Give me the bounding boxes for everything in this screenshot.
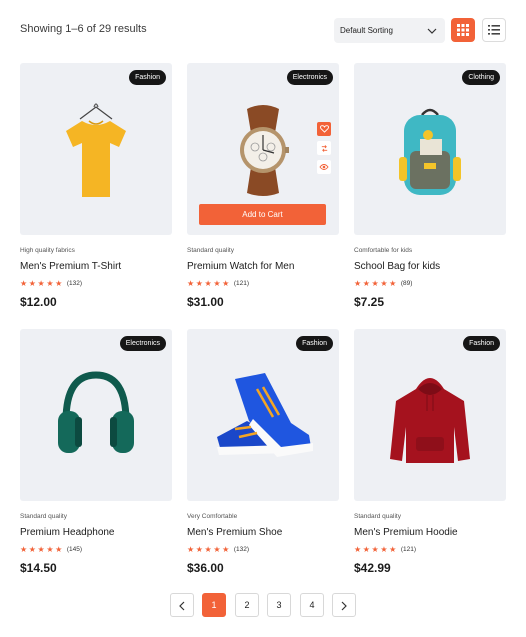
product-actions [317, 122, 331, 174]
star-rating-icon: ★★★★★ [20, 279, 64, 288]
category-badge: Clothing [462, 70, 500, 85]
heart-icon [319, 125, 329, 133]
star-rating-icon: ★★★★★ [187, 279, 231, 288]
product-quality: Comfortable for kids [354, 247, 413, 254]
next-page-button[interactable] [332, 593, 356, 617]
product-price: $14.50 [20, 561, 57, 575]
product-name[interactable]: Men's Premium Hoodie [354, 527, 458, 538]
results-count: Showing 1–6 of 29 results [20, 23, 147, 35]
product-price: $31.00 [187, 295, 224, 309]
grid-view-button[interactable] [451, 18, 475, 42]
grid-view-icon [457, 24, 469, 36]
review-count: (145) [66, 546, 83, 553]
product-quality: Standard quality [187, 247, 234, 254]
product-card[interactable]: Electronics Standard quality Premium Hea… [20, 329, 172, 575]
product-image-area[interactable]: Electronics [20, 329, 172, 501]
product-card[interactable]: Fashion High quality fabrics Men's Premi… [20, 63, 172, 309]
compare-button[interactable] [317, 141, 331, 155]
category-badge: Electronics [119, 336, 166, 351]
quick-view-button[interactable] [317, 160, 331, 174]
product-rating: ★★★★★ (121) [354, 545, 416, 554]
product-card[interactable]: Fashion Very Comfortable Men's Premium S… [187, 329, 339, 575]
product-price: $36.00 [187, 561, 224, 575]
yellow-tshirt-image [66, 103, 126, 197]
product-image-area[interactable]: Fashion [354, 329, 506, 501]
category-badge: Electronics [286, 70, 333, 85]
product-card[interactable]: Clothing Comfortable for kids School Bag… [354, 63, 506, 309]
product-image-area[interactable]: Fashion [187, 329, 339, 501]
product-price: $7.25 [354, 295, 385, 309]
product-price: $42.99 [354, 561, 391, 575]
chevron-right-icon [341, 601, 347, 611]
product-image-area[interactable]: Electronics Add to Cart [187, 63, 339, 235]
product-image-area[interactable]: Fashion [20, 63, 172, 235]
shop-toolbar: Showing 1–6 of 29 results Default Sortin… [20, 18, 506, 44]
product-name[interactable]: Premium Watch for Men [187, 261, 294, 272]
product-name[interactable]: Men's Premium Shoe [187, 527, 282, 538]
star-rating-icon: ★★★★★ [354, 279, 398, 288]
review-count: (89) [400, 280, 413, 287]
red-hoodie-image [390, 378, 470, 463]
product-rating: ★★★★★ (89) [354, 279, 412, 288]
review-count: (121) [233, 280, 250, 287]
product-image-area[interactable]: Clothing [354, 63, 506, 235]
compare-icon [321, 144, 327, 152]
product-card[interactable]: Fashion Standard quality Men's Premium H… [354, 329, 506, 575]
review-count: (132) [66, 280, 83, 287]
eye-icon [319, 164, 329, 170]
product-name[interactable]: Men's Premium T-Shirt [20, 261, 121, 272]
product-quality: Standard quality [354, 513, 401, 520]
category-badge: Fashion [463, 336, 500, 351]
sort-dropdown[interactable]: Default Sorting [334, 18, 445, 43]
pagination: 1 2 3 4 [170, 593, 356, 618]
product-price: $12.00 [20, 295, 57, 309]
product-name[interactable]: School Bag for kids [354, 261, 440, 272]
school-backpack-image [399, 108, 461, 195]
review-count: (132) [233, 546, 250, 553]
product-card[interactable]: Electronics Add to Cart Standard quality… [187, 63, 339, 309]
product-quality: Very Comfortable [187, 513, 238, 520]
list-view-icon [488, 25, 500, 35]
star-rating-icon: ★★★★★ [354, 545, 398, 554]
product-name[interactable]: Premium Headphone [20, 527, 115, 538]
chevron-down-icon [427, 28, 437, 34]
category-badge: Fashion [129, 70, 166, 85]
product-rating: ★★★★★ (121) [187, 279, 249, 288]
blue-sneakers-image [217, 373, 313, 457]
page-1-button[interactable]: 1 [202, 593, 226, 617]
page-3-button[interactable]: 3 [267, 593, 291, 617]
star-rating-icon: ★★★★★ [187, 545, 231, 554]
headphones-image [58, 371, 134, 453]
star-rating-icon: ★★★★★ [20, 545, 64, 554]
product-quality: High quality fabrics [20, 247, 75, 254]
review-count: (121) [400, 546, 417, 553]
prev-page-button[interactable] [170, 593, 194, 617]
product-quality: Standard quality [20, 513, 67, 520]
product-rating: ★★★★★ (132) [187, 545, 249, 554]
sort-label: Default Sorting [340, 26, 393, 35]
wishlist-button[interactable] [317, 122, 331, 136]
product-rating: ★★★★★ (145) [20, 545, 82, 554]
category-badge: Fashion [296, 336, 333, 351]
add-to-cart-button[interactable]: Add to Cart [199, 204, 326, 225]
page-4-button[interactable]: 4 [300, 593, 324, 617]
page-2-button[interactable]: 2 [235, 593, 259, 617]
chevron-left-icon [179, 601, 185, 611]
list-view-button[interactable] [482, 18, 506, 42]
product-rating: ★★★★★ (132) [20, 279, 82, 288]
